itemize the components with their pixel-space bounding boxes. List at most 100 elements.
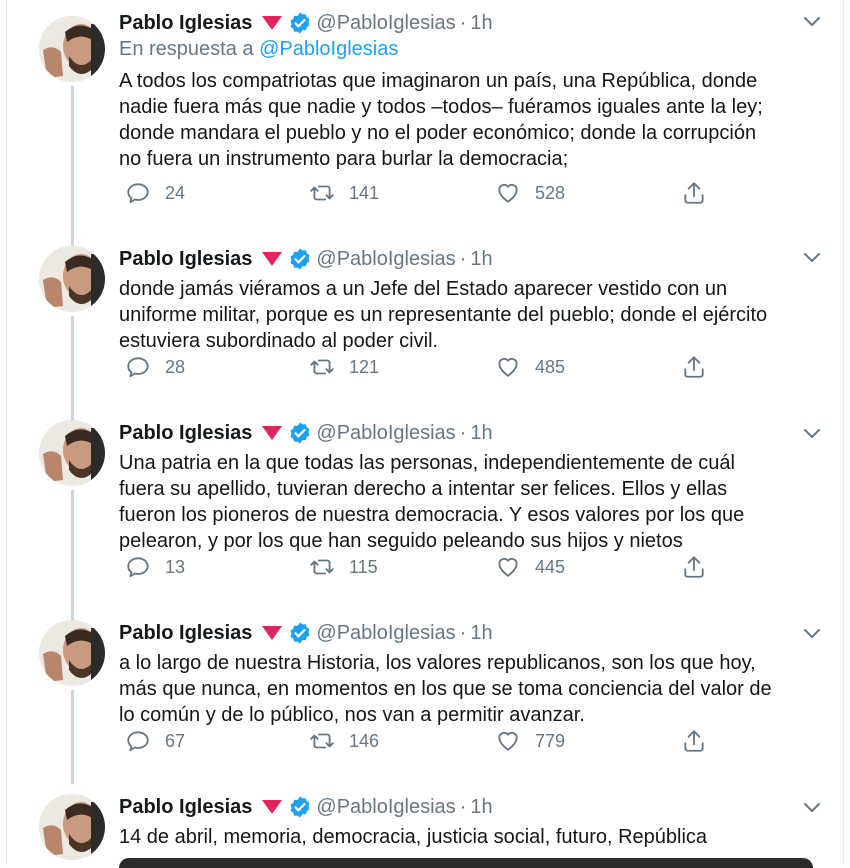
tweet-text-line: donde jamás viéramos a un Jefe del Estad… xyxy=(119,278,728,300)
red-triangle-icon xyxy=(262,252,283,266)
like-count: 445 xyxy=(535,556,566,577)
timestamp[interactable]: 1h xyxy=(470,796,492,819)
reply-count: 24 xyxy=(165,182,186,203)
author-handle[interactable]: @PabloIglesias xyxy=(316,622,455,645)
timestamp[interactable]: 1h xyxy=(470,248,492,271)
tweet-text: Una patria en la que todas las personas,… xyxy=(119,450,809,554)
tweet-text-line: no fuera un instrumento para burlar la d… xyxy=(119,148,569,170)
verified-badge-icon xyxy=(290,622,310,644)
like-count: 779 xyxy=(535,730,566,751)
thread-line xyxy=(71,608,74,620)
share-button[interactable] xyxy=(681,728,707,754)
thread-line xyxy=(71,316,74,408)
heart-icon xyxy=(498,732,518,751)
reply-icon xyxy=(127,183,149,204)
avatar[interactable] xyxy=(39,246,105,312)
separator-dot: · xyxy=(459,621,467,644)
tweet[interactable]: Pablo Iglesias @PabloIglesias · 1h Una p… xyxy=(7,408,843,608)
tweet-text-line: fuera su apellido, tuvieran derecho a in… xyxy=(119,478,728,500)
retweet-count: 141 xyxy=(349,182,380,203)
timestamp[interactable]: 1h xyxy=(470,12,492,35)
tweet-text-line: a lo largo de nuestra Historia, los valo… xyxy=(119,652,756,674)
tweet-text: A todos los compatriotas que imaginaron … xyxy=(119,68,809,172)
share-icon xyxy=(684,730,704,752)
share-icon xyxy=(684,182,704,204)
retweet-icon xyxy=(310,185,334,201)
tweet[interactable]: Pablo Iglesias @PabloIglesias · 1h En re… xyxy=(7,0,843,232)
tweet-text-line: 14 de abril, memoria, democracia, justic… xyxy=(119,826,708,848)
reply-button[interactable]: 13 xyxy=(125,554,185,580)
like-count: 528 xyxy=(535,182,566,203)
author-name[interactable]: Pablo Iglesias xyxy=(119,622,252,645)
author-handle[interactable]: @PabloIglesias xyxy=(316,12,455,35)
share-button[interactable] xyxy=(681,180,707,206)
avatar[interactable] xyxy=(39,420,105,486)
tweet-text-line: lo común y de lo público, nos van a perm… xyxy=(119,704,585,726)
timestamp[interactable]: 1h xyxy=(470,622,492,645)
share-button[interactable] xyxy=(681,554,707,580)
reply-icon xyxy=(127,731,149,752)
like-button[interactable]: 445 xyxy=(495,554,565,580)
retweet-button[interactable]: 146 xyxy=(309,728,379,754)
chevron-down-icon[interactable] xyxy=(801,246,823,268)
author-handle[interactable]: @PabloIglesias xyxy=(316,248,455,271)
like-count: 485 xyxy=(535,356,566,377)
verified-badge-icon xyxy=(290,422,310,444)
tweet-text-line: nadie fuera más que nadie y todos –todos… xyxy=(119,96,763,118)
retweet-button[interactable]: 121 xyxy=(309,354,379,380)
retweet-count: 146 xyxy=(349,730,380,751)
share-button[interactable] xyxy=(681,354,707,380)
author-name[interactable]: Pablo Iglesias xyxy=(119,12,252,35)
tweet[interactable]: Pablo Iglesias @PabloIglesias · 1h a lo … xyxy=(7,608,843,784)
retweet-button[interactable]: 141 xyxy=(309,180,379,206)
timeline: Pablo Iglesias @PabloIglesias · 1h En re… xyxy=(6,0,844,868)
author-handle[interactable]: @PabloIglesias xyxy=(316,422,455,445)
share-icon xyxy=(684,356,704,378)
chevron-down-icon[interactable] xyxy=(801,10,823,32)
thread-line xyxy=(71,232,74,246)
thread-line xyxy=(71,690,74,784)
retweet-count: 121 xyxy=(349,356,380,377)
share-icon xyxy=(684,556,704,578)
author-name[interactable]: Pablo Iglesias xyxy=(119,796,252,819)
author-handle[interactable]: @PabloIglesias xyxy=(316,796,455,819)
tweet-text-line: estuviera subordinado al poder civil. xyxy=(119,330,439,352)
avatar[interactable] xyxy=(39,16,105,82)
reply-mention-link[interactable]: @PabloIglesias xyxy=(259,38,398,60)
avatar[interactable] xyxy=(39,794,105,860)
like-button[interactable]: 779 xyxy=(495,728,565,754)
tweet-media-preview[interactable] xyxy=(119,858,813,868)
like-button[interactable]: 485 xyxy=(495,354,565,380)
reply-icon xyxy=(127,357,149,378)
reply-icon xyxy=(127,557,149,578)
reply-button[interactable]: 24 xyxy=(125,180,185,206)
heart-icon xyxy=(498,558,518,577)
separator-dot: · xyxy=(459,11,467,34)
author-name[interactable]: Pablo Iglesias xyxy=(119,248,252,271)
retweet-icon xyxy=(310,559,334,575)
tweet-text-line: Una patria en la que todas las personas,… xyxy=(119,452,735,474)
retweet-button[interactable]: 115 xyxy=(309,554,378,580)
verified-badge-icon xyxy=(290,12,310,34)
reply-count: 13 xyxy=(165,556,186,577)
chevron-down-icon[interactable] xyxy=(801,796,823,818)
separator-dot: · xyxy=(459,421,467,444)
avatar[interactable] xyxy=(39,620,105,686)
chevron-down-icon[interactable] xyxy=(801,422,823,444)
timestamp[interactable]: 1h xyxy=(470,422,492,445)
tweet-text: a lo largo de nuestra Historia, los valo… xyxy=(119,650,809,728)
tweet-text-line: A todos los compatriotas que imaginaron … xyxy=(119,70,758,92)
like-button[interactable]: 528 xyxy=(495,180,565,206)
chevron-down-icon[interactable] xyxy=(801,622,823,644)
tweet[interactable]: Pablo Iglesias @PabloIglesias · 1h donde… xyxy=(7,232,843,408)
tweet-text-line: más que nunca, en momentos en los que se… xyxy=(119,678,772,700)
reply-button[interactable]: 67 xyxy=(125,728,185,754)
tweet-text: 14 de abril, memoria, democracia, justic… xyxy=(119,824,809,850)
author-name[interactable]: Pablo Iglesias xyxy=(119,422,252,445)
tweet[interactable]: Pablo Iglesias @PabloIglesias · 1h 14 de… xyxy=(7,784,843,865)
retweet-icon xyxy=(310,733,334,749)
heart-icon xyxy=(498,184,518,203)
verified-badge-icon xyxy=(290,248,310,270)
reply-button[interactable]: 28 xyxy=(125,354,185,380)
tweet-text-line: uniforme militar, porque es un represent… xyxy=(119,304,768,326)
